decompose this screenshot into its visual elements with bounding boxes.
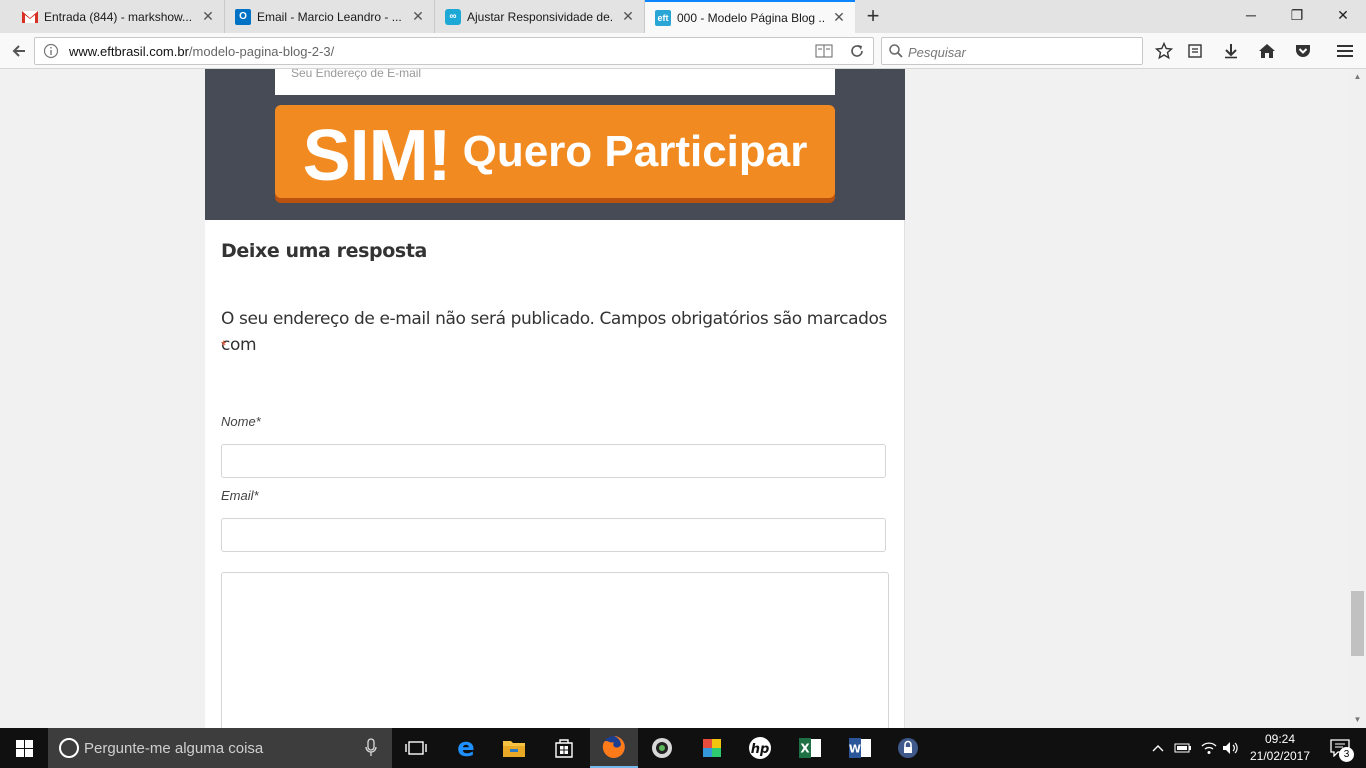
back-button[interactable] xyxy=(6,38,32,64)
excel-icon[interactable]: X xyxy=(786,728,834,768)
wifi-icon[interactable] xyxy=(1198,728,1220,768)
word-icon[interactable]: W xyxy=(836,728,884,768)
windows-taskbar: Pergunte-me alguma coisa e hp X W 09:24 … xyxy=(0,728,1366,768)
tab-outlook[interactable]: O Email - Marcio Leandro - ... ✕ xyxy=(225,0,435,33)
info-icon[interactable] xyxy=(43,43,59,64)
chat-icon: ∞ xyxy=(445,8,461,25)
reader-view-icon[interactable] xyxy=(815,44,833,63)
search-icon xyxy=(889,44,903,63)
name-field[interactable] xyxy=(221,444,886,478)
tab-strip: Entrada (844) - markshow... ✕ O Email - … xyxy=(0,0,1366,33)
home-icon[interactable] xyxy=(1254,38,1280,64)
svg-text:X: X xyxy=(800,742,810,756)
cortana-search[interactable]: Pergunte-me alguma coisa xyxy=(48,728,392,768)
close-window-button[interactable]: ✕ xyxy=(1320,0,1366,30)
scroll-down-icon[interactable]: ▼ xyxy=(1349,712,1366,728)
file-explorer-icon[interactable] xyxy=(490,728,538,768)
page-viewport: Seu Endereço de E-mail SIM! Quero Partic… xyxy=(0,69,1349,728)
firefox-icon[interactable] xyxy=(590,728,638,768)
minimize-button[interactable]: ─ xyxy=(1228,0,1274,30)
close-tab-icon[interactable]: ✕ xyxy=(831,9,847,26)
back-arrow-icon xyxy=(12,45,25,57)
pocket-icon[interactable] xyxy=(1290,38,1316,64)
email-label: Email* xyxy=(221,488,259,503)
clock[interactable]: 09:24 21/02/2017 xyxy=(1240,731,1320,765)
menu-icon[interactable] xyxy=(1332,38,1358,64)
bookmark-star-icon[interactable] xyxy=(1151,38,1177,64)
vpn-icon[interactable] xyxy=(884,728,932,768)
battery-icon[interactable] xyxy=(1172,728,1194,768)
tab-ajustar[interactable]: ∞ Ajustar Responsividade de... ✕ xyxy=(435,0,645,33)
action-center-button[interactable]: 3 xyxy=(1322,728,1362,768)
cta-big-text: SIM! xyxy=(302,115,452,196)
name-label: Nome* xyxy=(221,414,261,429)
required-mark: * xyxy=(221,337,227,353)
restore-button[interactable]: ❐ xyxy=(1274,0,1320,30)
paint-icon[interactable] xyxy=(688,728,736,768)
comment-notes: O seu endereço de e-mail não será public… xyxy=(221,309,887,355)
hp-icon[interactable]: hp xyxy=(736,728,784,768)
clock-time: 09:24 xyxy=(1264,732,1296,746)
microphone-icon[interactable] xyxy=(364,738,378,758)
tab-gmail[interactable]: Entrada (844) - markshow... ✕ xyxy=(0,0,225,33)
edge-icon[interactable]: e xyxy=(442,728,490,768)
close-tab-icon[interactable]: ✕ xyxy=(620,8,636,25)
url-bar[interactable]: www.eftbrasil.com.br/modelo-pagina-blog-… xyxy=(34,37,874,65)
volume-icon[interactable] xyxy=(1220,728,1242,768)
store-icon[interactable] xyxy=(540,728,588,768)
optin-box: Seu Endereço de E-mail SIM! Quero Partic… xyxy=(205,69,905,220)
task-view-icon[interactable] xyxy=(392,728,440,768)
cortana-icon xyxy=(59,738,79,758)
scrollbar-thumb[interactable] xyxy=(1351,591,1364,656)
cta-small-text: Quero Participar xyxy=(462,126,808,176)
camera-icon[interactable] xyxy=(638,728,686,768)
download-icon[interactable] xyxy=(1218,38,1244,64)
notification-badge: 3 xyxy=(1339,747,1354,762)
close-tab-icon[interactable]: ✕ xyxy=(410,8,426,25)
cta-participate-button[interactable]: SIM! Quero Participar xyxy=(275,105,835,198)
blog-content-column: Seu Endereço de E-mail SIM! Quero Partic… xyxy=(205,69,905,728)
windows-logo-icon xyxy=(15,739,33,757)
optin-email-input[interactable]: Seu Endereço de E-mail xyxy=(275,69,835,95)
comment-textarea[interactable] xyxy=(221,572,889,728)
start-button[interactable] xyxy=(0,728,48,768)
reply-title: Deixe uma resposta xyxy=(221,240,427,262)
new-tab-button[interactable]: + xyxy=(862,4,884,28)
bookmarks-list-icon[interactable] xyxy=(1182,38,1208,64)
vertical-scrollbar[interactable]: ▲ ▼ xyxy=(1349,69,1366,728)
close-tab-icon[interactable]: ✕ xyxy=(200,8,216,25)
gmail-icon xyxy=(22,9,38,25)
reload-icon[interactable] xyxy=(849,43,865,64)
clock-date: 21/02/2017 xyxy=(1249,749,1311,763)
tray-overflow-icon[interactable] xyxy=(1148,728,1168,768)
eft-icon: eft xyxy=(655,9,671,26)
tab-modelo-pagina[interactable]: eft 000 - Modelo Página Blog ... ✕ xyxy=(645,0,855,33)
search-bar[interactable]: Pesquisar xyxy=(881,37,1143,65)
email-field[interactable] xyxy=(221,518,886,552)
url-text: www.eftbrasil.com.br/modelo-pagina-blog-… xyxy=(69,44,335,59)
svg-text:hp: hp xyxy=(751,742,770,757)
scroll-up-icon[interactable]: ▲ xyxy=(1349,69,1366,85)
svg-text:W: W xyxy=(849,743,861,756)
outlook-icon: O xyxy=(235,8,251,25)
navigation-bar: www.eftbrasil.com.br/modelo-pagina-blog-… xyxy=(0,33,1366,69)
